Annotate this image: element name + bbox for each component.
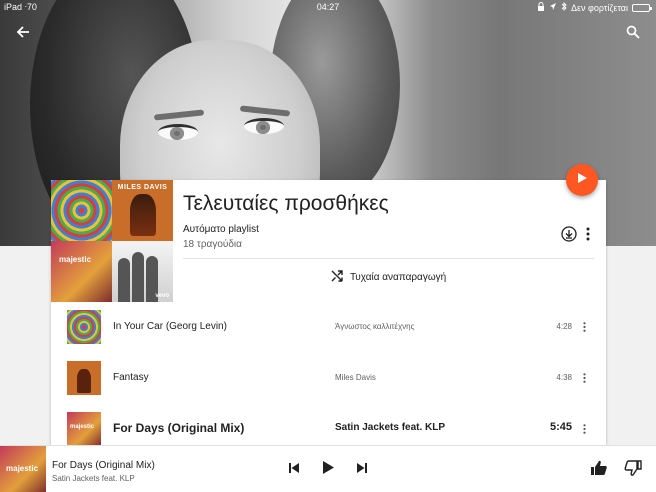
track-artist: Miles Davis bbox=[335, 373, 376, 382]
play-pause-button[interactable] bbox=[318, 460, 338, 480]
band-member bbox=[132, 252, 144, 302]
track-artist: Άγνωστος καλλιτέχνης bbox=[335, 322, 415, 331]
thumb-down-icon bbox=[624, 459, 642, 482]
track-row[interactable]: In Your Car (Georg Levin) Άγνωστος καλλι… bbox=[51, 302, 606, 352]
band-member bbox=[118, 258, 130, 302]
track-duration: 4:28 bbox=[556, 322, 572, 331]
cover-band-photo: vevo bbox=[112, 241, 173, 302]
track-artist: Satin Jackets feat. KLP bbox=[335, 422, 446, 433]
download-icon bbox=[561, 225, 577, 247]
more-vert-icon bbox=[586, 227, 590, 246]
playlist-title: Τελευταίες προσθήκες bbox=[183, 192, 389, 215]
cover-majestic-label: majestic bbox=[59, 255, 92, 264]
now-playing-thumb-label: majestic bbox=[6, 464, 39, 473]
track-row-now-playing[interactable]: majestic For Days (Original Mix) Satin J… bbox=[51, 404, 606, 446]
more-vert-icon bbox=[582, 424, 586, 434]
track-thumbnail: majestic bbox=[67, 412, 101, 446]
download-button[interactable] bbox=[561, 225, 577, 247]
header-divider bbox=[183, 258, 594, 259]
search-icon bbox=[626, 25, 640, 44]
arrow-back-icon bbox=[16, 25, 30, 44]
shuffle-play-button[interactable]: Τυχαία αναπαραγωγή bbox=[331, 270, 446, 285]
lock-icon bbox=[537, 2, 545, 13]
track-duration: 4:38 bbox=[556, 373, 572, 382]
now-playing-bar: majestic For Days (Original Mix) Satin J… bbox=[0, 445, 656, 492]
play-icon bbox=[576, 171, 588, 189]
location-icon bbox=[549, 2, 557, 13]
cover-majestic: majestic bbox=[51, 241, 112, 302]
cover-miles-label: MILES DAVIS bbox=[117, 184, 168, 191]
cover-psychedelic bbox=[51, 180, 112, 241]
battery-status-label: Δεν φορτίζεται bbox=[570, 2, 628, 13]
thumb-up-button[interactable] bbox=[588, 460, 610, 480]
more-vert-icon bbox=[582, 373, 586, 383]
play-playlist-fab[interactable] bbox=[566, 164, 598, 196]
previous-track-button[interactable] bbox=[286, 460, 302, 480]
hero-eye-left bbox=[158, 124, 198, 140]
skip-next-icon bbox=[356, 461, 368, 479]
track-more-button[interactable] bbox=[580, 421, 588, 437]
status-bar: iPad ᐧ70 04:27 Δεν φορτίζεται bbox=[0, 0, 656, 14]
playlist-card: MILES DAVIS majestic vevo Τελευταίες προ… bbox=[51, 180, 606, 446]
track-duration: 5:45 bbox=[549, 421, 572, 433]
track-title: In Your Car (Georg Levin) bbox=[113, 321, 227, 332]
track-title: For Days (Original Mix) bbox=[113, 421, 245, 435]
playlist-song-count: 18 τραγούδια bbox=[183, 239, 242, 250]
track-title: Fantasy bbox=[113, 372, 149, 383]
playlist-cover-collage: MILES DAVIS majestic vevo bbox=[51, 180, 173, 302]
track-thumbnail bbox=[67, 361, 101, 395]
shuffle-label: Τυχαία αναπαραγωγή bbox=[350, 272, 447, 283]
battery-icon bbox=[632, 3, 652, 12]
hero-eye-right bbox=[244, 118, 284, 134]
search-button[interactable] bbox=[620, 24, 646, 44]
back-button[interactable] bbox=[10, 24, 36, 44]
thumb-majestic-label: majestic bbox=[70, 424, 95, 430]
now-playing-thumbnail[interactable]: majestic bbox=[0, 446, 46, 492]
cover-vevo-label: vevo bbox=[155, 293, 169, 299]
now-playing-title[interactable]: For Days (Original Mix) bbox=[52, 460, 155, 471]
track-more-button[interactable] bbox=[580, 370, 588, 386]
skip-previous-icon bbox=[288, 461, 300, 479]
next-track-button[interactable] bbox=[354, 460, 370, 480]
more-vert-icon bbox=[582, 322, 586, 332]
now-playing-artist: Satin Jackets feat. KLP bbox=[52, 474, 135, 483]
bluetooth-icon bbox=[561, 1, 567, 13]
cover-miles-davis: MILES DAVIS bbox=[112, 180, 173, 241]
track-row[interactable]: Fantasy Miles Davis 4:38 bbox=[51, 353, 606, 403]
shuffle-icon bbox=[331, 270, 343, 285]
thumb-up-icon bbox=[590, 459, 608, 482]
playlist-more-button[interactable] bbox=[583, 227, 593, 245]
cover-miles-figure bbox=[130, 194, 156, 236]
status-right: Δεν φορτίζεται bbox=[537, 1, 652, 13]
track-thumbnail bbox=[67, 310, 101, 344]
play-icon bbox=[321, 460, 335, 480]
playlist-type: Αυτόματο playlist bbox=[183, 224, 259, 235]
thumb-down-button[interactable] bbox=[622, 459, 644, 482]
track-more-button[interactable] bbox=[580, 319, 588, 335]
